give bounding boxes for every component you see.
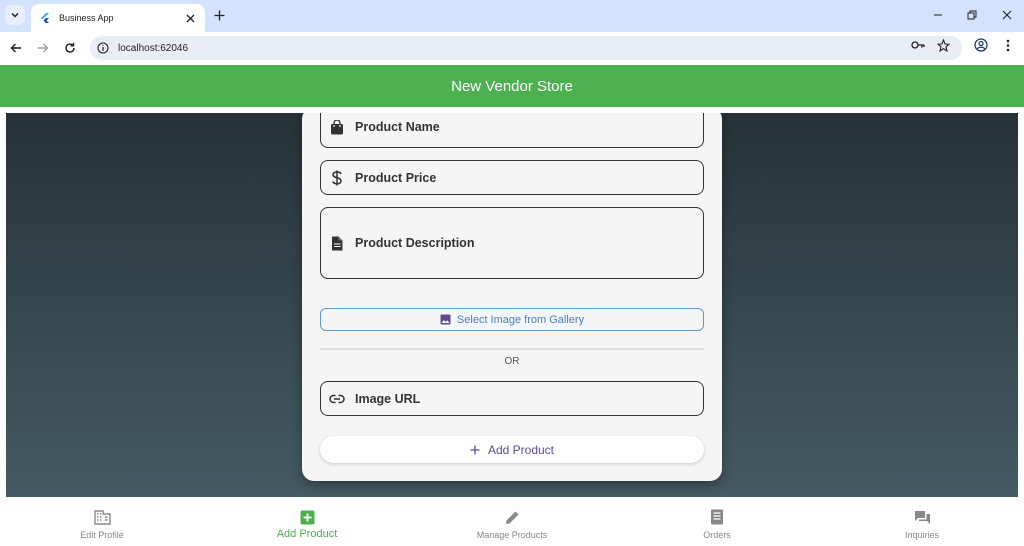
minimize-icon [934, 14, 942, 16]
arrow-right-icon [38, 43, 49, 53]
url-text: localhost:62046 [118, 42, 189, 54]
or-text: OR [504, 356, 520, 367]
product-description-field[interactable]: Product Description [320, 207, 704, 279]
forward-button[interactable] [34, 39, 52, 57]
dollar-icon [329, 170, 345, 186]
nav-item-inquiries[interactable]: Inquiries [862, 508, 982, 540]
chevron-down-icon [11, 12, 19, 18]
product-name-label: Product Name [355, 120, 440, 134]
select-image-gallery-button[interactable]: Select Image from Gallery [320, 308, 704, 331]
info-icon [97, 42, 109, 54]
description-icon [329, 235, 345, 251]
minimize-button[interactable] [928, 6, 948, 24]
browser-tab[interactable]: Business App [31, 4, 205, 32]
reload-icon [65, 42, 75, 53]
or-divider [320, 348, 704, 350]
site-info-button[interactable] [96, 41, 110, 55]
close-icon [186, 14, 194, 22]
image-url-field[interactable]: Image URL [320, 381, 704, 416]
back-button[interactable] [7, 39, 25, 57]
key-icon [911, 41, 925, 49]
forum-icon [913, 508, 931, 526]
browser-menu-button[interactable] [1001, 38, 1015, 52]
main-content[interactable]: Product Name Product Price Product Descr… [6, 113, 1018, 497]
nav-label-inquiries: Inquiries [904, 530, 940, 540]
browser-toolbar: localhost:62046 [0, 32, 1024, 64]
close-icon [1002, 10, 1012, 20]
account-circle-icon [974, 38, 988, 52]
image-url-label: Image URL [355, 391, 421, 406]
product-description-label: Product Description [355, 236, 475, 250]
add-box-icon [298, 508, 316, 526]
reload-button[interactable] [61, 39, 79, 57]
add-product-button-label: Add Product [487, 442, 555, 457]
more-vert-icon [1006, 39, 1010, 51]
restore-icon [967, 10, 977, 20]
flutter-icon [41, 13, 49, 23]
nav-item-edit-profile[interactable]: Edit Profile [42, 508, 162, 540]
page-title: New Vendor Store [451, 77, 573, 95]
bottom-navigation-bar: Edit Profile Add Product Manage Products… [0, 500, 1024, 546]
password-key-button[interactable] [911, 38, 925, 52]
bookmark-button[interactable] [936, 38, 950, 52]
new-tab-button[interactable] [211, 7, 227, 23]
tab-title: Business App [59, 13, 114, 23]
nav-item-add-product[interactable]: Add Product [247, 508, 367, 540]
add-product-button[interactable]: Add Product [320, 436, 704, 463]
tab-close-button[interactable] [183, 11, 197, 25]
profile-button[interactable] [974, 38, 988, 52]
address-bar[interactable]: localhost:62046 [90, 36, 962, 60]
arrow-left-icon [10, 43, 21, 53]
receipt-icon [708, 508, 726, 526]
plus-icon [214, 10, 224, 20]
nav-label-manage-products: Manage Products [476, 530, 548, 540]
business-icon [93, 508, 111, 526]
nav-item-orders[interactable]: Orders [657, 508, 777, 540]
browser-tabstrip: Business App [0, 0, 1024, 32]
plus-icon [470, 445, 480, 454]
restore-button[interactable] [962, 6, 982, 24]
add-product-card: Product Name Product Price Product Descr… [302, 113, 722, 481]
star-icon [936, 38, 950, 52]
gallery-button-label: Select Image from Gallery [456, 313, 585, 326]
tab-search-button[interactable] [5, 5, 25, 25]
shopping-bag-icon [329, 119, 345, 135]
nav-label-orders: Orders [703, 530, 731, 540]
product-price-field[interactable]: Product Price [320, 160, 704, 195]
product-name-field[interactable]: Product Name [320, 113, 704, 148]
edit-icon [503, 508, 521, 526]
nav-item-manage-products[interactable]: Manage Products [452, 508, 572, 540]
link-icon [329, 391, 345, 407]
close-window-button[interactable] [997, 6, 1017, 24]
app-header: New Vendor Store [0, 65, 1024, 107]
nav-label-add-product: Add Product [276, 528, 338, 540]
nav-label-edit-profile: Edit Profile [80, 530, 124, 540]
product-price-label: Product Price [355, 170, 437, 185]
image-icon [440, 314, 451, 325]
